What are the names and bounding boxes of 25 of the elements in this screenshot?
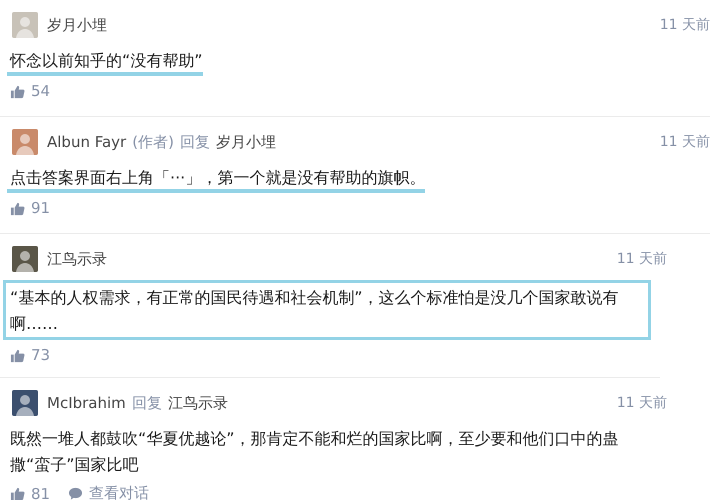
reply-target-name[interactable]: 江鸟示录 — [168, 394, 228, 412]
comment-text: 怀念以前知乎的“没有帮助” — [10, 50, 203, 72]
author-name[interactable]: 江鸟示录 — [47, 250, 107, 268]
thumbs-up-icon — [10, 200, 25, 216]
comment-text: 点击答案界面右上角「···」，第一个就是没有帮助的旗帜。 — [10, 167, 426, 189]
reply-label: 回复 — [132, 394, 162, 412]
thumbs-up-icon — [10, 84, 25, 98]
author-tag: (作者) — [132, 132, 174, 152]
author-name[interactable]: McIbrahim — [47, 394, 126, 412]
author-name[interactable]: 岁月小埋 — [47, 16, 107, 34]
thumbs-up-icon — [10, 348, 25, 362]
author-name[interactable]: Albun Fayr — [47, 133, 126, 151]
comment-time: 11 天前 — [616, 250, 667, 268]
chat-icon — [68, 486, 84, 500]
thumbs-up-icon — [10, 486, 25, 500]
comment-text: “基本的人权需求，有正常的国民待遇和社会机制”，这么个标准怕是没几个国家敢说有啊…… — [10, 287, 620, 335]
comment-time: 11 天前 — [616, 394, 667, 412]
reply-target-name[interactable]: 岁月小埋 — [216, 132, 276, 152]
avatar[interactable] — [12, 246, 38, 272]
reply-label: 回复 — [180, 132, 210, 152]
avatar[interactable] — [12, 390, 38, 416]
comment-time: 11 天前 — [660, 133, 710, 151]
comment-text: 既然一堆人都鼓吹“华夏优越论”，那肯定不能和烂的国家比啊，至少要和他们口中的蛊撒“蛮子”国家比吧 — [10, 428, 620, 476]
avatar[interactable] — [12, 129, 38, 155]
comment-time: 11 天前 — [660, 16, 710, 34]
